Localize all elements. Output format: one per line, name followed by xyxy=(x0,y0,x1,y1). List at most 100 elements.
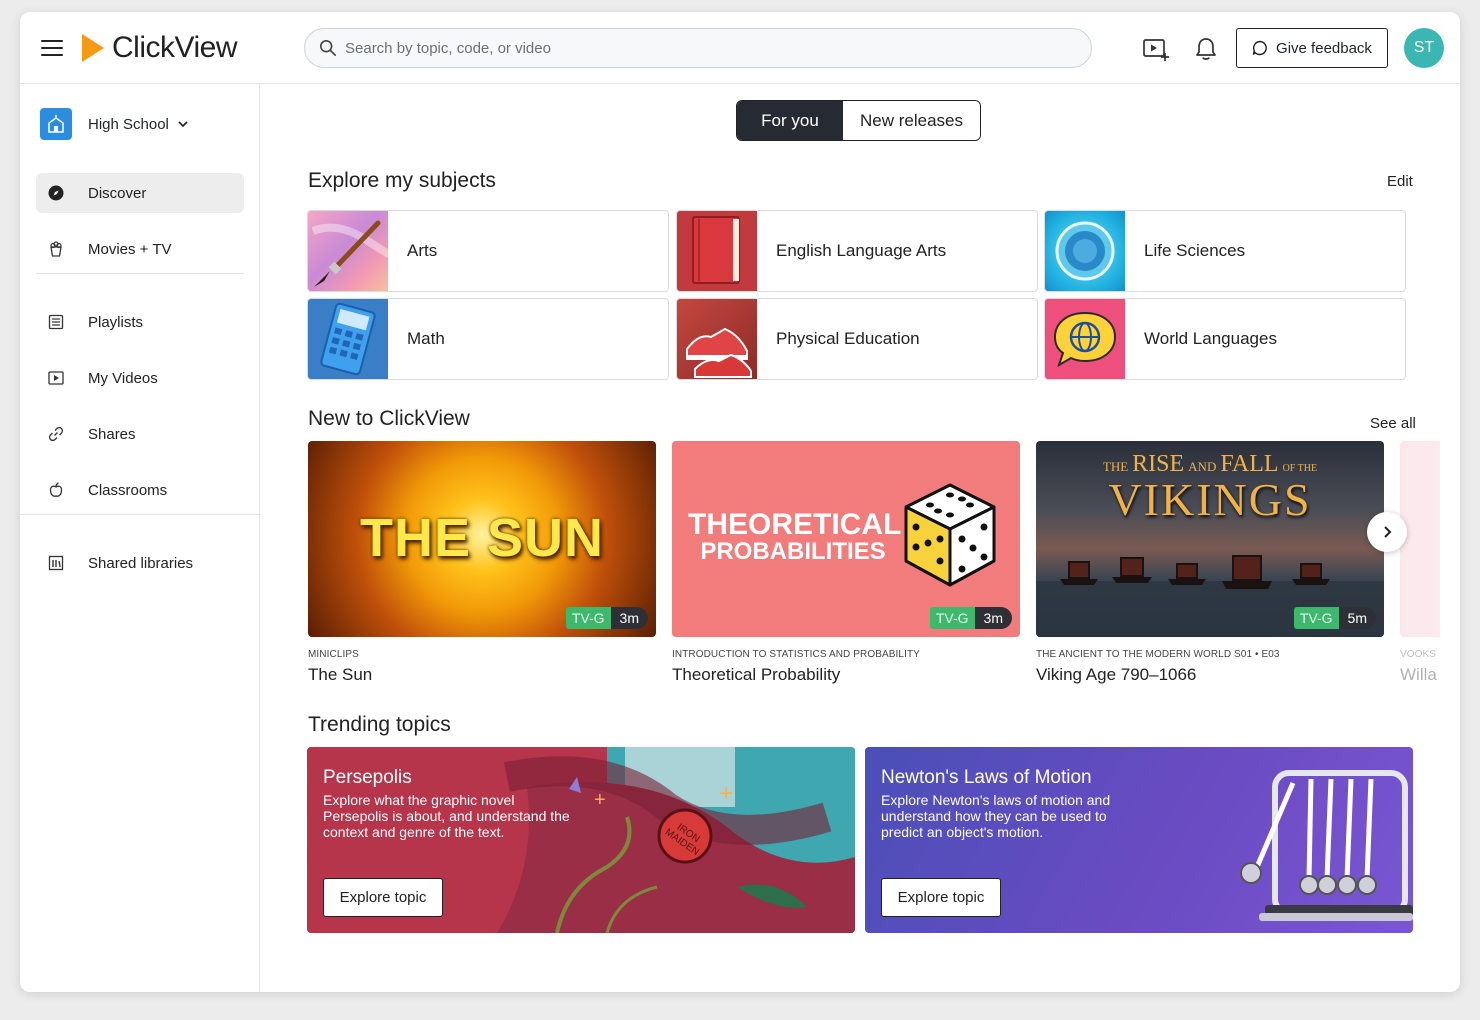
school-icon xyxy=(40,108,72,140)
subject-card-arts[interactable]: Arts xyxy=(307,210,669,292)
popcorn-icon xyxy=(48,241,64,257)
willa-thumbnail xyxy=(1400,441,1440,637)
chevron-down-icon xyxy=(178,121,188,128)
duration-badge: 3m xyxy=(610,607,648,629)
sidebar-item-shared-libraries[interactable]: Shared libraries xyxy=(36,543,244,583)
topic-card-persepolis[interactable]: + + IRON MAIDEN Persepolis Explore what … xyxy=(307,747,855,933)
probability-thumb-line1: THEORETICAL xyxy=(688,508,902,541)
subject-card-life-sciences[interactable]: Life Sciences xyxy=(1044,210,1406,292)
pe-thumbnail xyxy=(677,299,757,379)
video-card-theoretical-probability[interactable]: THEORETICAL PROBABILITIES TV-G 3m INTROD… xyxy=(672,441,1020,685)
search-bar[interactable] xyxy=(304,28,1092,68)
sidebar-item-label: My Videos xyxy=(88,369,158,387)
top-bar: ClickView Give feedback ST xyxy=(20,12,1460,84)
vikings-thumb-small1: THE xyxy=(1102,459,1129,474)
vikings-thumb-main: VIKINGS xyxy=(1108,474,1312,525)
svg-text:+: + xyxy=(719,780,733,807)
subject-label: English Language Arts xyxy=(776,241,947,260)
topic-description: Explore Newton's laws of motion and unde… xyxy=(881,792,1111,840)
math-thumbnail xyxy=(308,299,388,379)
subject-label: Arts xyxy=(407,241,438,260)
give-feedback-button[interactable]: Give feedback xyxy=(1236,28,1388,68)
play-square-icon xyxy=(48,370,64,386)
bell-icon[interactable] xyxy=(1192,36,1220,62)
the-sun-thumb-text: THE SUN xyxy=(359,508,604,568)
world-languages-thumbnail xyxy=(1045,299,1125,379)
duration-badge: 5m xyxy=(1338,607,1376,629)
vikings-thumbnail: THE RISE AND FALL OF THE VIKINGS TV-G 5m xyxy=(1036,441,1384,637)
rating-badge: TV-G xyxy=(929,607,975,629)
video-badges: TV-G 3m xyxy=(929,607,1012,629)
subjects-heading: Explore my subjects xyxy=(308,169,496,192)
sidebar: High School Discover Movies + TV Playlis… xyxy=(20,84,260,992)
see-all-link[interactable]: See all xyxy=(1370,415,1416,432)
vikings-thumb-small2: AND xyxy=(1188,459,1217,474)
subject-label: Math xyxy=(407,329,445,348)
explore-topic-button[interactable]: Explore topic xyxy=(881,878,1001,917)
video-series: MINICLIPS xyxy=(308,649,359,660)
video-series: VOOKS xyxy=(1400,649,1437,660)
add-video-icon[interactable] xyxy=(1142,36,1170,62)
life-sciences-thumbnail xyxy=(1045,211,1125,291)
video-series: INTRODUCTION TO STATISTICS AND PROBABILI… xyxy=(672,649,920,660)
sidebar-item-shares[interactable]: Shares xyxy=(36,414,244,454)
sidebar-item-label: Classrooms xyxy=(88,481,168,499)
sidebar-divider xyxy=(20,514,260,515)
carousel-next-button[interactable] xyxy=(1367,512,1407,552)
tab-new-releases[interactable]: New releases xyxy=(843,101,980,140)
subject-card-english-language-arts[interactable]: English Language Arts xyxy=(676,210,1038,292)
english-thumbnail xyxy=(677,211,757,291)
school-label: High School xyxy=(88,115,169,133)
subject-label: World Languages xyxy=(1144,329,1277,348)
search-icon xyxy=(319,39,337,57)
logo-play-icon xyxy=(82,34,104,62)
new-to-clickview-heading: New to ClickView xyxy=(308,407,470,430)
library-icon xyxy=(48,555,64,571)
rating-badge: TV-G xyxy=(565,607,611,629)
video-title: Willa xyxy=(1400,665,1437,684)
avatar[interactable]: ST xyxy=(1404,28,1444,68)
feed-toggle: For you New releases xyxy=(736,100,981,141)
sidebar-item-discover[interactable]: Discover xyxy=(36,173,244,213)
sidebar-item-label: Playlists xyxy=(88,313,144,331)
give-feedback-label: Give feedback xyxy=(1276,39,1372,57)
edit-subjects-link[interactable]: Edit xyxy=(1387,173,1413,190)
logo-text: ClickView xyxy=(112,31,237,64)
chevron-right-icon xyxy=(1384,526,1392,538)
school-selector[interactable]: High School xyxy=(40,108,189,140)
feedback-icon xyxy=(1252,40,1267,56)
trending-heading: Trending topics xyxy=(308,713,451,736)
topic-description: Explore what the graphic novel Persepoli… xyxy=(323,792,570,840)
sidebar-item-playlists[interactable]: Playlists xyxy=(36,302,244,342)
video-title: Theoretical Probability xyxy=(672,665,841,684)
arts-thumbnail xyxy=(308,211,388,291)
sidebar-item-classrooms[interactable]: Classrooms xyxy=(36,470,244,510)
compass-icon xyxy=(48,185,64,201)
video-card-willa-partial[interactable]: VOOKS Willa xyxy=(1400,441,1440,685)
duration-badge: 3m xyxy=(974,607,1012,629)
rating-badge: TV-G xyxy=(1293,607,1339,629)
video-title: The Sun xyxy=(308,665,373,684)
svg-text:+: + xyxy=(594,789,606,811)
sidebar-item-label: Movies + TV xyxy=(88,240,172,258)
sidebar-item-my-videos[interactable]: My Videos xyxy=(36,358,244,398)
topic-title: Persepolis xyxy=(323,767,412,788)
subject-label: Life Sciences xyxy=(1144,241,1246,260)
tab-for-you[interactable]: For you xyxy=(737,101,843,140)
topic-card-newtons-laws[interactable]: Newton's Laws of Motion Explore Newton's… xyxy=(865,747,1413,933)
explore-topic-button[interactable]: Explore topic xyxy=(323,878,443,917)
subject-card-physical-education[interactable]: Physical Education xyxy=(676,298,1038,380)
list-icon xyxy=(48,314,64,330)
link-icon xyxy=(48,426,64,442)
sidebar-item-movies-tv[interactable]: Movies + TV xyxy=(36,229,244,269)
clickview-logo[interactable]: ClickView xyxy=(82,31,237,64)
subject-card-math[interactable]: Math xyxy=(307,298,669,380)
subject-card-world-languages[interactable]: World Languages xyxy=(1044,298,1406,380)
the-sun-thumbnail: THE SUN TV-G 3m xyxy=(308,441,656,637)
search-input[interactable] xyxy=(345,39,1091,57)
menu-icon[interactable] xyxy=(41,40,63,56)
video-card-viking-age[interactable]: THE RISE AND FALL OF THE VIKINGS TV-G 5m… xyxy=(1036,441,1384,685)
video-card-the-sun[interactable]: THE SUN TV-G 3m MINICLIPS The Sun xyxy=(308,441,656,685)
sidebar-item-label: Shared libraries xyxy=(88,554,194,572)
sidebar-item-label: Shares xyxy=(88,425,136,443)
